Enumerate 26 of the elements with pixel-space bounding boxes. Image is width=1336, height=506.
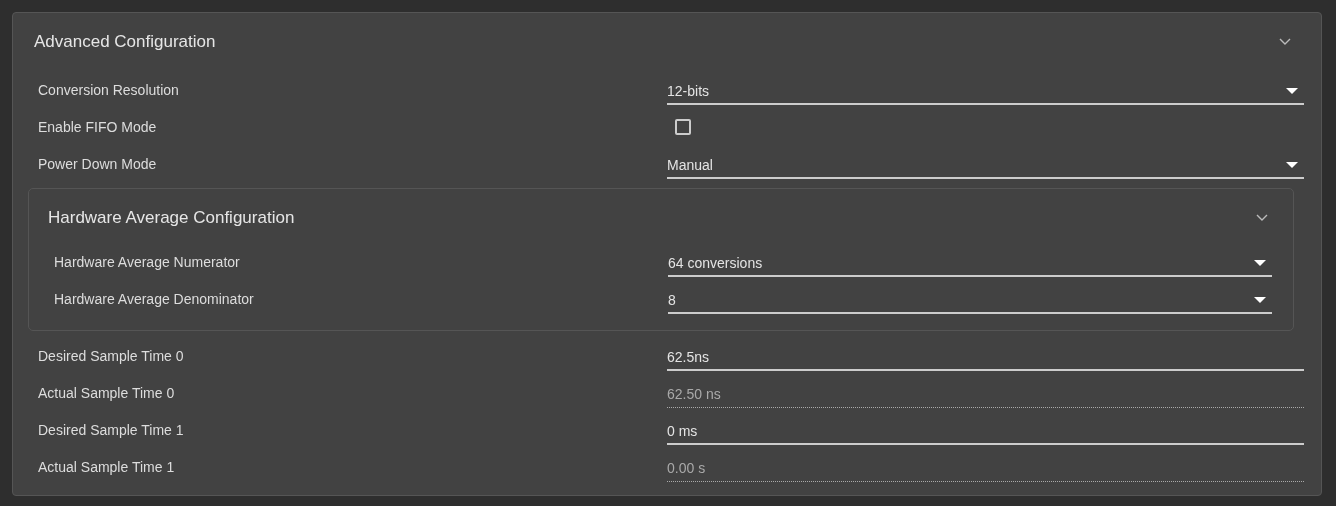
- caret-icon: [1254, 296, 1266, 303]
- readonly-field: 0.00 s: [667, 455, 1304, 482]
- field-label: Hardware Average Denominator: [53, 290, 255, 307]
- readonly-field: 62.50 ns: [667, 381, 1304, 408]
- dropdown[interactable]: 64 conversions: [668, 250, 1272, 277]
- chevron-icon[interactable]: [1279, 38, 1291, 46]
- field-label: Enable FIFO Mode: [37, 118, 158, 135]
- dropdown[interactable]: Manual: [667, 152, 1304, 179]
- field-label: Desired Sample Time 0: [37, 347, 185, 364]
- field-label: Actual Sample Time 1: [37, 458, 176, 475]
- chevron-icon[interactable]: [1256, 214, 1268, 222]
- section-title: Advanced Configuration: [34, 32, 216, 52]
- input-field[interactable]: 0 ms: [667, 418, 1304, 445]
- field-label: Hardware Average Numerator: [53, 253, 241, 270]
- caret-icon: [1286, 87, 1298, 94]
- field-label: Desired Sample Time 1: [37, 421, 185, 438]
- caret-icon: [1286, 161, 1298, 168]
- caret-icon: [1254, 259, 1266, 266]
- input-field[interactable]: 62.5ns: [667, 344, 1304, 371]
- field-label: Actual Sample Time 0: [37, 384, 176, 401]
- group-title: Hardware Average Configuration: [48, 208, 295, 228]
- dropdown[interactable]: 12-bits: [667, 78, 1304, 105]
- dropdown[interactable]: 8: [668, 287, 1272, 314]
- field-label: Conversion Resolution: [37, 81, 180, 98]
- field-label: Power Down Mode: [37, 155, 158, 172]
- checkbox[interactable]: [675, 118, 691, 135]
